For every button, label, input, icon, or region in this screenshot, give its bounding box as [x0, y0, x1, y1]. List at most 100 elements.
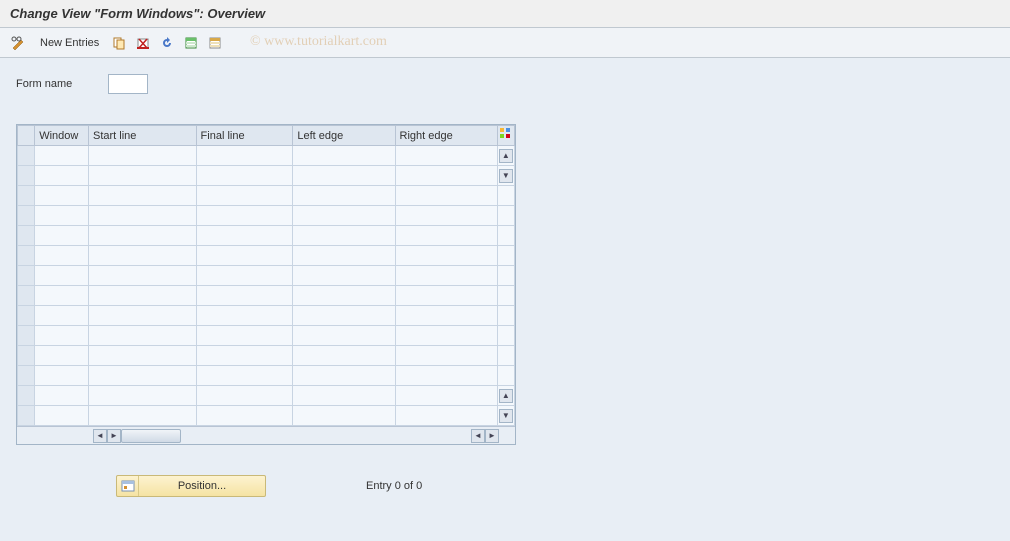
- table-row[interactable]: [18, 226, 515, 246]
- vscroll-track[interactable]: [497, 186, 514, 206]
- row-selector[interactable]: [18, 346, 35, 366]
- table-cell[interactable]: [196, 386, 293, 406]
- table-cell[interactable]: [88, 246, 196, 266]
- toggle-edit-button[interactable]: [8, 33, 28, 53]
- form-windows-table[interactable]: Window Start line Final line Left edge R…: [17, 125, 515, 426]
- vscroll-track[interactable]: ▲: [497, 386, 514, 406]
- table-cell[interactable]: [88, 366, 196, 386]
- table-cell[interactable]: [35, 146, 89, 166]
- table-cell[interactable]: [293, 366, 395, 386]
- scroll-right-button[interactable]: ►: [107, 429, 121, 443]
- table-cell[interactable]: [88, 346, 196, 366]
- table-cell[interactable]: [293, 406, 395, 426]
- deselect-all-button[interactable]: [205, 33, 225, 53]
- scroll-left-end-button[interactable]: ◄: [471, 429, 485, 443]
- vscroll-track[interactable]: ▼: [497, 166, 514, 186]
- scroll-right-end-button[interactable]: ►: [485, 429, 499, 443]
- table-cell[interactable]: [35, 326, 89, 346]
- table-cell[interactable]: [196, 326, 293, 346]
- table-cell[interactable]: [293, 266, 395, 286]
- scroll-down-end-button[interactable]: ▼: [499, 409, 513, 423]
- table-cell[interactable]: [395, 386, 497, 406]
- table-cell[interactable]: [293, 226, 395, 246]
- table-cell[interactable]: [395, 346, 497, 366]
- table-cell[interactable]: [88, 266, 196, 286]
- table-cell[interactable]: [196, 266, 293, 286]
- table-cell[interactable]: [395, 266, 497, 286]
- table-cell[interactable]: [35, 246, 89, 266]
- table-cell[interactable]: [35, 226, 89, 246]
- vscroll-track[interactable]: [497, 366, 514, 386]
- row-selector[interactable]: [18, 306, 35, 326]
- table-cell[interactable]: [35, 186, 89, 206]
- position-button[interactable]: Position...: [116, 475, 266, 497]
- vscroll-track[interactable]: [497, 246, 514, 266]
- table-cell[interactable]: [88, 226, 196, 246]
- column-header-start-line[interactable]: Start line: [88, 126, 196, 146]
- table-cell[interactable]: [395, 326, 497, 346]
- table-cell[interactable]: [395, 186, 497, 206]
- table-cell[interactable]: [35, 406, 89, 426]
- table-cell[interactable]: [395, 406, 497, 426]
- row-selector[interactable]: [18, 366, 35, 386]
- scroll-up-button[interactable]: ▲: [499, 149, 513, 163]
- table-row[interactable]: [18, 286, 515, 306]
- table-cell[interactable]: [196, 146, 293, 166]
- table-cell[interactable]: [196, 366, 293, 386]
- vscroll-track[interactable]: [497, 306, 514, 326]
- table-cell[interactable]: [196, 246, 293, 266]
- row-selector[interactable]: [18, 286, 35, 306]
- copy-button[interactable]: [109, 33, 129, 53]
- table-cell[interactable]: [293, 286, 395, 306]
- table-cell[interactable]: [196, 406, 293, 426]
- undo-button[interactable]: [157, 33, 177, 53]
- table-cell[interactable]: [88, 166, 196, 186]
- table-cell[interactable]: [293, 326, 395, 346]
- row-selector[interactable]: [18, 226, 35, 246]
- select-all-button[interactable]: [181, 33, 201, 53]
- table-cell[interactable]: [395, 246, 497, 266]
- table-cell[interactable]: [293, 206, 395, 226]
- delete-button[interactable]: [133, 33, 153, 53]
- table-cell[interactable]: [293, 386, 395, 406]
- table-cell[interactable]: [196, 226, 293, 246]
- vscroll-track[interactable]: [497, 326, 514, 346]
- table-cell[interactable]: [35, 266, 89, 286]
- table-cell[interactable]: [35, 366, 89, 386]
- table-row[interactable]: [18, 206, 515, 226]
- vscroll-track[interactable]: ▼: [497, 406, 514, 426]
- table-cell[interactable]: [88, 406, 196, 426]
- table-cell[interactable]: [395, 146, 497, 166]
- row-selector[interactable]: [18, 186, 35, 206]
- table-row[interactable]: ▼: [18, 406, 515, 426]
- table-cell[interactable]: [395, 366, 497, 386]
- table-cell[interactable]: [35, 346, 89, 366]
- table-row[interactable]: [18, 366, 515, 386]
- scroll-left-button[interactable]: ◄: [93, 429, 107, 443]
- table-cell[interactable]: [88, 286, 196, 306]
- table-cell[interactable]: [395, 226, 497, 246]
- table-cell[interactable]: [196, 346, 293, 366]
- table-cell[interactable]: [196, 306, 293, 326]
- vscroll-track[interactable]: [497, 206, 514, 226]
- table-row[interactable]: [18, 326, 515, 346]
- table-cell[interactable]: [395, 206, 497, 226]
- table-cell[interactable]: [196, 186, 293, 206]
- column-header-left-edge[interactable]: Left edge: [293, 126, 395, 146]
- table-row[interactable]: [18, 246, 515, 266]
- hscroll-thumb[interactable]: [121, 429, 181, 443]
- table-cell[interactable]: [35, 166, 89, 186]
- table-cell[interactable]: [35, 386, 89, 406]
- table-cell[interactable]: [35, 286, 89, 306]
- vscroll-track[interactable]: [497, 286, 514, 306]
- row-selector[interactable]: [18, 146, 35, 166]
- table-row[interactable]: ▼: [18, 166, 515, 186]
- table-cell[interactable]: [88, 206, 196, 226]
- table-cell[interactable]: [196, 206, 293, 226]
- column-header-right-edge[interactable]: Right edge: [395, 126, 497, 146]
- table-cell[interactable]: [293, 166, 395, 186]
- vscroll-track[interactable]: ▲: [497, 146, 514, 166]
- table-row[interactable]: ▲: [18, 146, 515, 166]
- table-config-button[interactable]: [497, 126, 514, 146]
- table-cell[interactable]: [35, 306, 89, 326]
